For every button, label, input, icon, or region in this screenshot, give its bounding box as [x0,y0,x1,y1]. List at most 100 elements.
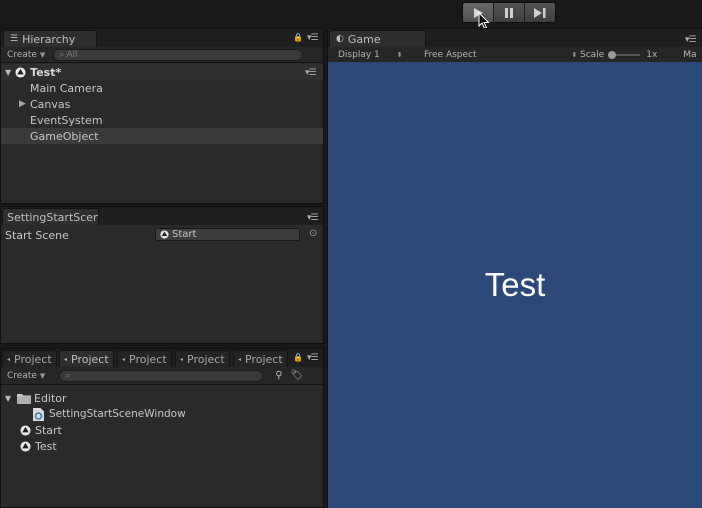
tab-project-4[interactable]: ◂ Project [175,350,230,367]
search-icon: ⌕ [59,49,65,60]
setting-start-scene-panel: SettingStartScen ▾☰ Start Scene Start ⊙ [0,206,324,344]
tab-project-label: Project [14,352,52,366]
search-input[interactable]: ⌕ All [53,48,304,61]
tab-dot-icon: ◂ [122,355,126,363]
object-picker-icon[interactable]: ⊙ [309,228,317,239]
project-item-scene[interactable]: Test [1,438,323,454]
display-dropdown[interactable]: Display 1 ⬍ [338,50,424,60]
setting-tabbar: SettingStartScen ▾☰ [1,207,323,225]
project-item-script[interactable]: SettingStartSceneWindow [1,406,323,422]
panel-menu-icon[interactable]: ▾☰ [307,33,319,43]
create-dropdown[interactable]: Create ▼ [7,50,45,60]
unity-scene-icon [20,424,31,436]
scale-slider[interactable] [608,50,641,59]
search-placeholder: All [66,49,78,60]
tab-dot-icon: ◂ [7,355,11,363]
unity-scene-icon [15,66,26,78]
filter-by-label-icon[interactable]: 🏷 [291,370,304,381]
create-label: Create [7,370,37,381]
hierarchy-item-label: Main Camera [30,81,103,95]
hierarchy-item[interactable]: EventSystem [1,112,323,128]
game-toolbar: Display 1 ⬍ Free Aspect ⬍ Scale 1x Ma [328,47,702,63]
scale-slider-thumb[interactable] [608,50,617,59]
lock-icon[interactable]: 🔒 [293,33,303,42]
tab-project-label: Project [71,352,109,366]
tab-project-label: Project [129,352,167,366]
display-label: Display 1 [338,49,380,60]
expand-arrow-icon[interactable]: ▶ [19,99,30,109]
start-scene-object-field[interactable]: Start [155,228,300,241]
folder-icon [17,393,31,404]
panel-menu-icon[interactable]: ▾☰ [685,35,697,45]
tab-project-3[interactable]: ◂ Project [117,350,172,367]
hierarchy-tabbar: ☰ Hierarchy 🔒 ▾☰ [1,29,323,47]
updown-caret-icon: ⬍ [571,50,578,59]
hierarchy-panel: ☰ Hierarchy 🔒 ▾☰ Create ▼ ⌕ All ▼ Test* … [0,28,324,204]
toolbar [0,0,702,30]
tab-hierarchy[interactable]: ☰ Hierarchy [3,30,97,47]
game-controller-icon: ◐ [336,34,344,44]
aspect-dropdown[interactable]: Free Aspect ⬍ [424,50,580,60]
start-scene-label: Start Scene [5,228,69,242]
tab-hierarchy-label: Hierarchy [22,32,76,46]
hierarchy-item-selected[interactable]: GameObject [1,128,323,144]
unity-scene-icon [20,440,31,452]
tab-project-1[interactable]: ◂ Project [2,350,57,367]
tab-dot-icon: ◂ [180,355,184,363]
project-panel: ◂ Project ◂ Project ◂ Project ◂ Project … [0,348,324,508]
csharp-script-icon [33,407,44,421]
updown-caret-icon: ⬍ [396,50,403,59]
step-icon [534,7,546,18]
project-search-input[interactable]: ⌕ [59,369,264,382]
tab-project-label: Project [245,352,283,366]
pause-icon [505,7,513,18]
game-tabbar: ◐ Game ▾☰ [328,29,702,47]
scene-header-row[interactable]: ▼ Test* ▾☰ [1,64,323,80]
expand-arrow-icon[interactable]: ▼ [5,394,17,403]
scene-name: Test* [30,65,62,79]
project-item-folder[interactable]: ▼ Editor [1,390,323,406]
tab-game-label: Game [347,32,381,46]
tab-setting-start-scene[interactable]: SettingStartScen [2,208,99,225]
step-button[interactable] [525,3,555,22]
hierarchy-searchbar: Create ▼ ⌕ All [1,47,323,63]
scene-menu-icon[interactable]: ▾☰ [305,68,317,78]
tab-setting-label: SettingStartScen [7,210,99,224]
project-item-label: Test [35,439,57,453]
aspect-label: Free Aspect [424,49,477,60]
maximize-on-play-toggle[interactable]: Ma [683,50,696,60]
tab-game[interactable]: ◐ Game [329,30,426,47]
list-icon: ☰ [10,34,19,44]
tab-project-label: Project [187,352,225,366]
hierarchy-item[interactable]: Main Camera [1,80,323,96]
unity-scene-icon [160,230,169,239]
lock-icon[interactable]: 🔒 [293,353,303,362]
project-item-scene[interactable]: Start [1,422,323,438]
tab-project-5[interactable]: ◂ Project [233,350,288,367]
tab-dot-icon: ◂ [64,355,68,363]
panel-menu-icon[interactable]: ▾☰ [307,353,319,363]
hierarchy-item-label: EventSystem [30,113,103,127]
caret-down-icon: ▼ [39,50,46,59]
create-label: Create [7,49,37,60]
project-searchbar: Create ▼ ⌕ ⚲ 🏷 [1,367,323,385]
hierarchy-item-label: GameObject [30,129,99,143]
expand-arrow-icon: ▼ [5,67,12,77]
scale-label: Scale [580,49,605,60]
game-view[interactable]: Test [328,62,702,508]
scale-value: 1x [646,49,658,60]
hierarchy-item[interactable]: ▶ Canvas [1,96,323,112]
hierarchy-item-label: Canvas [30,97,71,111]
create-dropdown[interactable]: Create ▼ [7,371,45,381]
filter-by-type-icon[interactable]: ⚲ [275,370,282,381]
project-item-label: SettingStartSceneWindow [49,408,186,420]
start-scene-row: Start Scene Start ⊙ [1,225,323,245]
panel-menu-icon[interactable]: ▾☰ [307,213,319,223]
search-icon: ⌕ [65,370,71,381]
project-tabbar: ◂ Project ◂ Project ◂ Project ◂ Project … [1,349,323,367]
tab-dot-icon: ◂ [238,355,242,363]
pause-button[interactable] [494,3,525,22]
playback-controls [462,2,556,23]
game-text: Test [484,266,546,303]
tab-project-2[interactable]: ◂ Project [59,350,114,367]
